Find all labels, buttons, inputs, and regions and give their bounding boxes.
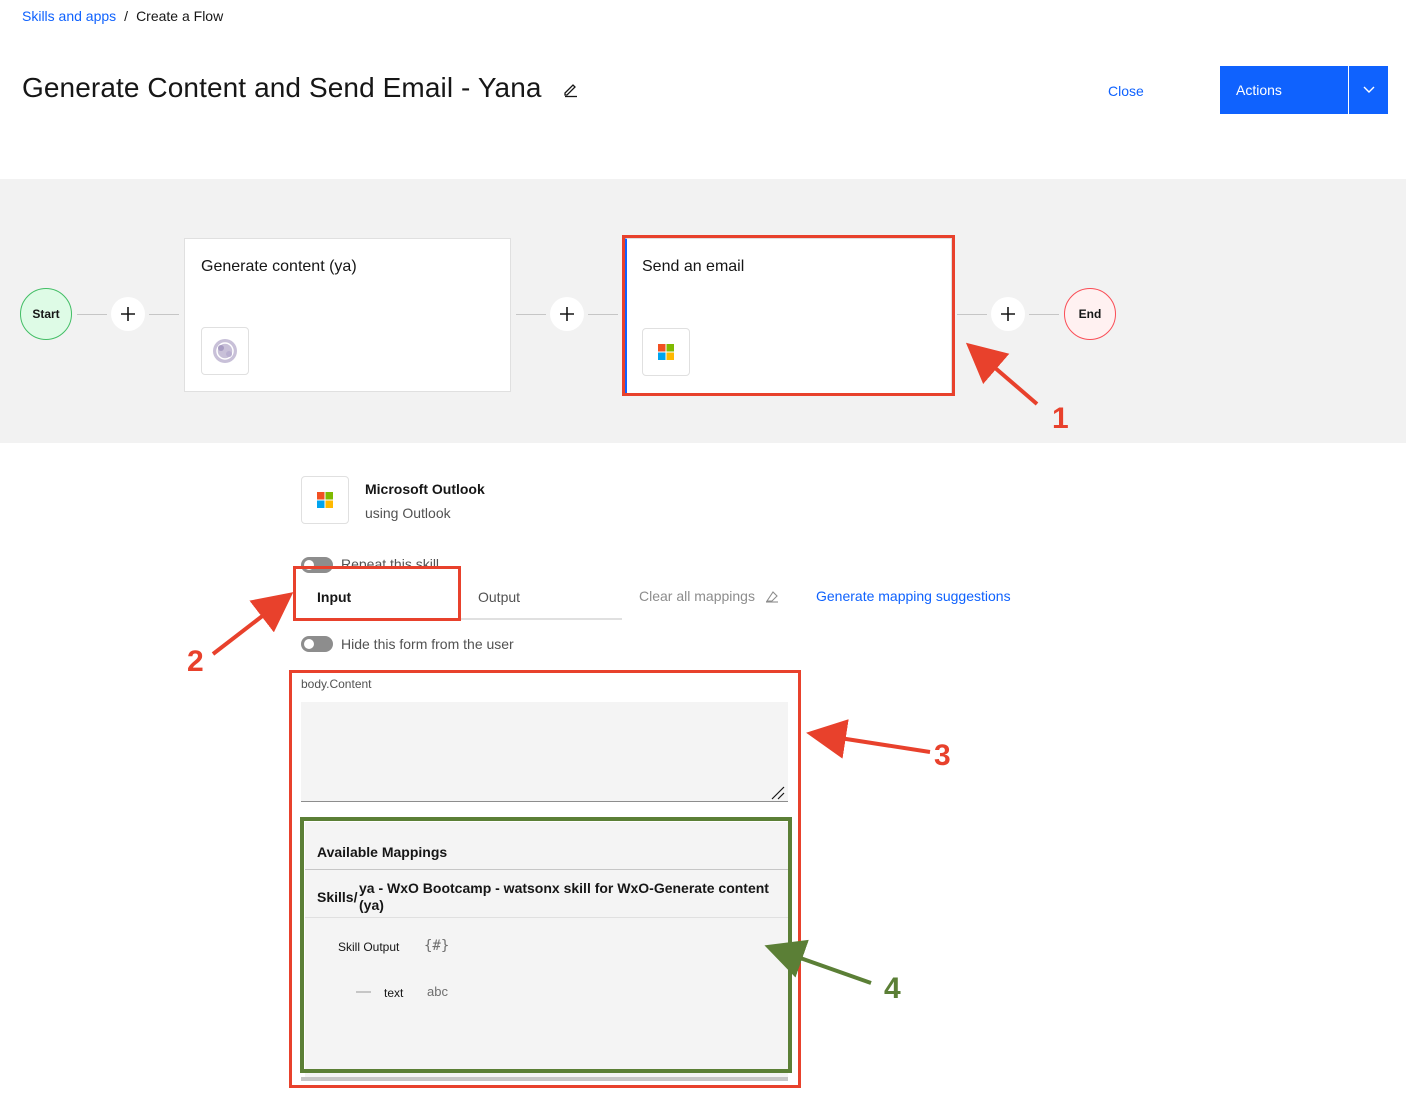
- annotation-number-2: 2: [187, 645, 204, 678]
- annotation-arrows: [211, 342, 1039, 985]
- annotation-number-4: 4: [884, 972, 901, 1005]
- annotation-number-3: 3: [934, 739, 951, 772]
- arrow-4: [764, 939, 872, 985]
- arrow-1: [965, 342, 1039, 406]
- annotation-number-1: 1: [1052, 402, 1069, 435]
- arrow-3: [806, 719, 931, 759]
- arrow-2: [211, 592, 294, 656]
